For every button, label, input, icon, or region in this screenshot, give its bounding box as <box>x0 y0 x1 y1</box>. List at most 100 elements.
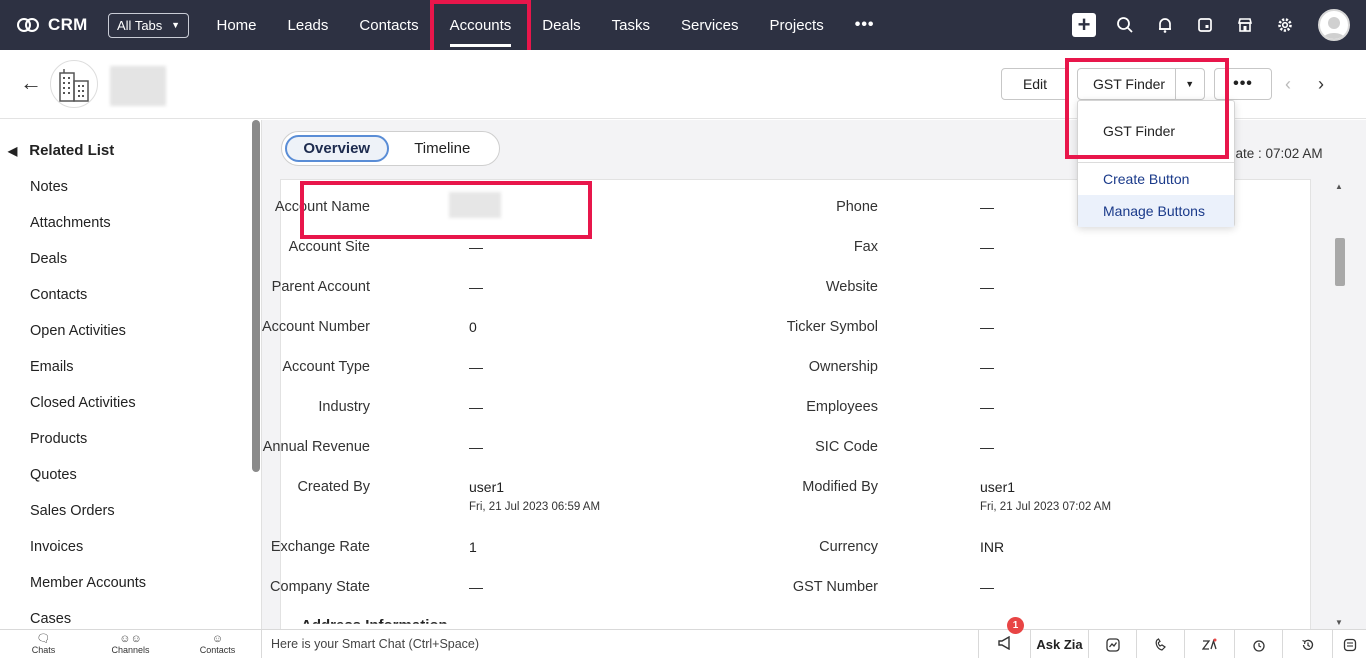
nav-tab-leads[interactable]: Leads <box>272 0 344 50</box>
search-icon[interactable] <box>1114 14 1136 36</box>
field-label-parent-account: Parent Account <box>271 279 370 295</box>
caret-down-icon: ▼ <box>171 20 180 30</box>
sidebar-item-notes[interactable]: Notes <box>30 179 68 195</box>
field-value-parent-account[interactable]: — <box>469 279 483 295</box>
chevron-right-icon[interactable]: › <box>1318 74 1324 95</box>
menu-item-manage-buttons[interactable]: Manage Buttons <box>1078 195 1234 227</box>
nav-tab-tasks[interactable]: Tasks <box>596 0 665 50</box>
nav-more-button[interactable]: ••• <box>839 0 890 50</box>
tab-overview[interactable]: Overview <box>285 135 389 162</box>
scroll-down-icon[interactable]: ▼ <box>1335 618 1343 627</box>
menu-item-gst-finder[interactable]: GST Finder <box>1078 115 1234 147</box>
bottom-tab-contacts[interactable]: ☺ Contacts <box>174 630 261 658</box>
sidebar-scrollbar[interactable] <box>252 120 260 472</box>
building-icon <box>50 60 98 108</box>
collapse-triangle-icon[interactable]: ◀ <box>8 144 17 158</box>
gst-finder-label[interactable]: GST Finder <box>1078 76 1175 92</box>
field-value-ownership[interactable]: — <box>980 359 994 375</box>
tab-timeline[interactable]: Timeline <box>389 135 496 162</box>
field-value-account-site[interactable]: — <box>469 239 483 255</box>
nav-tabs: Home Leads Contacts Accounts Deals Tasks… <box>201 0 890 50</box>
field-value-exchange-rate[interactable]: 1 <box>469 539 477 555</box>
more-actions-button[interactable]: ••• <box>1214 68 1272 100</box>
main-scrollbar-thumb[interactable] <box>1335 238 1345 286</box>
sidebar-item-deals[interactable]: Deals <box>30 251 67 267</box>
all-tabs-button[interactable]: All Tabs ▼ <box>108 12 189 38</box>
sidebar-item-sales-orders[interactable]: Sales Orders <box>30 503 115 519</box>
alarm-clock-icon[interactable] <box>1234 630 1282 658</box>
field-label-sic-code: SIC Code <box>815 439 878 455</box>
nav-tab-projects[interactable]: Projects <box>754 0 839 50</box>
gst-finder-button[interactable]: GST Finder ▼ <box>1077 68 1205 100</box>
bottom-tab-channels[interactable]: ☺☺ Channels <box>87 630 174 658</box>
field-value-phone[interactable]: — <box>980 199 994 215</box>
field-label-account-name: Account Name <box>274 199 370 215</box>
menu-item-create-button[interactable]: Create Button <box>1078 163 1234 195</box>
person-icon: ☺ <box>211 633 224 645</box>
nav-tab-contacts[interactable]: Contacts <box>344 0 434 50</box>
field-value-fax[interactable]: — <box>980 239 994 255</box>
caret-down-icon[interactable]: ▼ <box>1174 69 1204 99</box>
field-value-website[interactable]: — <box>980 279 994 295</box>
gear-icon[interactable] <box>1274 14 1296 36</box>
user-silhouette-icon <box>1323 17 1345 39</box>
user-avatar[interactable] <box>1318 9 1350 41</box>
scroll-up-icon[interactable]: ▲ <box>1335 182 1343 191</box>
sidebar-item-products[interactable]: Products <box>30 431 87 447</box>
sidebar-item-member-accounts[interactable]: Member Accounts <box>30 575 146 591</box>
sidebar-item-open-activities[interactable]: Open Activities <box>30 323 126 339</box>
chevron-left-icon[interactable]: ‹ <box>1285 74 1291 95</box>
bottom-bar: 🗨︎ Chats ☺☺ Channels ☺ Contacts Here is … <box>0 617 1366 658</box>
history-icon[interactable] <box>1282 630 1332 658</box>
field-value-account-type[interactable]: — <box>469 359 483 375</box>
app-name: CRM <box>48 15 88 34</box>
calendar-icon[interactable] <box>1194 14 1216 36</box>
field-sub-created-time: Fri, 21 Jul 2023 06:59 AM <box>469 501 601 513</box>
sidebar-item-contacts[interactable]: Contacts <box>30 287 87 303</box>
arrow-left-icon[interactable]: ← <box>20 70 42 96</box>
field-label-employees: Employees <box>806 399 878 415</box>
nav-tab-services[interactable]: Services <box>666 0 755 50</box>
zia-icon[interactable] <box>1184 630 1234 658</box>
field-value-sic-code[interactable]: — <box>980 439 994 455</box>
field-label-modified-by: Modified By <box>802 479 878 495</box>
bell-icon[interactable] <box>1154 14 1176 36</box>
nav-tab-accounts[interactable]: Accounts <box>434 0 527 50</box>
analytics-icon[interactable] <box>1088 630 1136 658</box>
sidebar-item-cases[interactable]: Cases <box>30 611 71 627</box>
field-label-ticker-symbol: Ticker Symbol <box>786 319 878 335</box>
field-value-company-state[interactable]: — <box>469 579 483 595</box>
field-value-employees[interactable]: — <box>980 399 994 415</box>
sidebar-item-closed-activities[interactable]: Closed Activities <box>30 395 136 411</box>
marketplace-icon[interactable] <box>1234 14 1256 36</box>
field-value-annual-revenue[interactable]: — <box>469 439 483 455</box>
related-list-title[interactable]: ◀ Related List <box>8 142 114 159</box>
sidebar-item-quotes[interactable]: Quotes <box>30 467 77 483</box>
account-name-value-redacted[interactable] <box>449 192 501 218</box>
create-plus-button[interactable]: + <box>1072 13 1096 37</box>
bottom-tab-chats[interactable]: 🗨︎ Chats <box>0 630 87 658</box>
crm-logo[interactable]: CRM <box>16 15 108 35</box>
signal-icon[interactable] <box>1136 630 1184 658</box>
section-heading-address: Address Information <box>301 617 448 629</box>
smart-chat-input[interactable]: Here is your Smart Chat (Ctrl+Space) <box>262 630 978 658</box>
sidebar-item-attachments[interactable]: Attachments <box>30 215 111 231</box>
field-value-industry[interactable]: — <box>469 399 483 415</box>
help-panel-icon[interactable] <box>1332 630 1366 658</box>
field-sub-modified-time: Fri, 21 Jul 2023 07:02 AM <box>980 501 1112 513</box>
nav-tab-home[interactable]: Home <box>201 0 272 50</box>
edit-button[interactable]: Edit <box>1001 68 1069 100</box>
chat-bubble-icon: 🗨︎ <box>36 633 51 645</box>
field-value-ticker-symbol[interactable]: — <box>980 319 994 335</box>
sidebar-item-invoices[interactable]: Invoices <box>30 539 83 555</box>
field-value-gst-number[interactable]: — <box>980 579 994 595</box>
field-value-account-number[interactable]: 0 <box>469 319 477 335</box>
announcement-button[interactable]: 1 <box>978 617 1030 658</box>
nav-tab-deals[interactable]: Deals <box>527 0 596 50</box>
field-value-currency[interactable]: INR <box>980 539 1004 555</box>
field-value-created-by: user1 <box>469 479 505 495</box>
record-name-redacted <box>110 66 166 106</box>
ask-zia-button[interactable]: Ask Zia <box>1030 630 1088 658</box>
sidebar-item-emails[interactable]: Emails <box>30 359 74 375</box>
field-label-website: Website <box>825 279 878 295</box>
